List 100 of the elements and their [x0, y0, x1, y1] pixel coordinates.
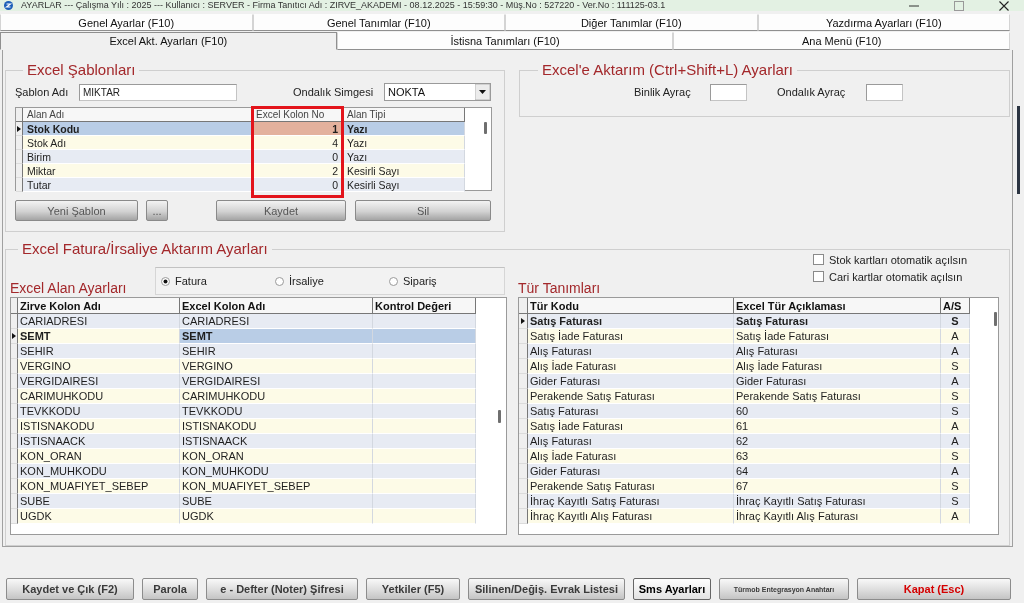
- radio-button[interactable]: İrsaliye: [275, 275, 389, 287]
- button[interactable]: Kaydet: [216, 200, 346, 221]
- table-cell: S: [941, 479, 970, 494]
- table-cell: S: [941, 404, 970, 419]
- table-cell: SEMT: [18, 329, 180, 344]
- app-logo-icon: [4, 1, 13, 10]
- row-header[interactable]: [11, 329, 18, 344]
- table-cell: A: [941, 419, 970, 434]
- table-cell: Stok Kodu: [23, 122, 252, 136]
- table-cell: İhraç Kayıtlı Satış Faturası: [734, 494, 941, 509]
- table-cell: Yazı: [343, 122, 465, 136]
- scroll-thumb[interactable]: [1017, 106, 1020, 194]
- table-cell: Alış İade Faturası: [734, 359, 941, 374]
- column-header[interactable]: Tür Kodu: [528, 298, 734, 314]
- text-field[interactable]: MİKTAR: [79, 83, 237, 101]
- table-cell: Miktar: [23, 164, 252, 178]
- table-cell: Yazı: [343, 150, 465, 164]
- table-cell: TEVKKODU: [18, 404, 180, 419]
- table-cell: Perakende Satış Faturası: [528, 389, 734, 404]
- input-field[interactable]: [710, 83, 747, 101]
- tab[interactable]: Excel Akt. Ayarları (F10): [0, 32, 337, 50]
- table-cell: SEHIR: [180, 344, 373, 359]
- table-cell: 1: [252, 122, 343, 136]
- table-cell: İhraç Kayıtlı Alış Faturası: [528, 509, 734, 524]
- table-cell: ISTISNAACK: [18, 434, 180, 449]
- table-cell: 63: [734, 449, 941, 464]
- tab[interactable]: Yazdırma Ayarları (F10): [757, 14, 1010, 31]
- table-cell: CARIADRESI: [180, 314, 373, 329]
- table-cell: SEMT: [180, 329, 373, 344]
- table-cell: KON_ORAN: [180, 449, 373, 464]
- table-cell: Satış İade Faturası: [734, 329, 941, 344]
- tab[interactable]: Diğer Tanımlar (F10): [505, 14, 758, 31]
- scroll-thumb[interactable]: [994, 312, 997, 326]
- table-cell: 62: [734, 434, 941, 449]
- table-cell: VERGIDAIRESI: [180, 374, 373, 389]
- button[interactable]: Sms Ayarları: [633, 578, 711, 600]
- table-cell: A: [941, 434, 970, 449]
- table-cell: Alış Faturası: [734, 344, 941, 359]
- close-icon[interactable]: [999, 0, 1009, 11]
- table-cell: İhraç Kayıtlı Satış Faturası: [528, 494, 734, 509]
- table-cell: A: [941, 329, 970, 344]
- button[interactable]: Yeni Şablon: [15, 200, 138, 221]
- tab[interactable]: Genel Tanımlar (F10): [252, 14, 505, 31]
- scroll-thumb[interactable]: [498, 410, 501, 423]
- table-cell: SUBE: [180, 494, 373, 509]
- table-cell: SUBE: [18, 494, 180, 509]
- tab[interactable]: İstisna Tanımları (F10): [336, 32, 674, 50]
- scroll-thumb[interactable]: [484, 122, 487, 134]
- radio-button[interactable]: Sipariş: [389, 275, 503, 287]
- button[interactable]: e - Defter (Noter) Şifresi: [206, 578, 358, 600]
- table-cell: A: [941, 509, 970, 524]
- row-header[interactable]: [519, 314, 528, 329]
- table-cell: Kesirli Sayı: [343, 178, 465, 192]
- table-cell: 64: [734, 464, 941, 479]
- header-corner: [11, 298, 18, 314]
- row-pointer-icon: [521, 318, 525, 324]
- input-field[interactable]: [866, 83, 903, 101]
- column-header[interactable]: Excel Tür Açıklaması: [734, 298, 941, 314]
- table-cell: Gider Faturası: [528, 464, 734, 479]
- button[interactable]: Parola: [142, 578, 198, 600]
- column-header[interactable]: A/S: [941, 298, 970, 314]
- table-cell: Gider Faturası: [528, 374, 734, 389]
- column-header[interactable]: Alan Tipi: [343, 108, 465, 122]
- table-cell: CARIMUHKODU: [180, 389, 373, 404]
- table-cell: VERGIDAIRESI: [18, 374, 180, 389]
- maximize-icon[interactable]: [954, 0, 964, 11]
- table-cell: İhraç Kayıtlı Alış Faturası: [734, 509, 941, 524]
- table-cell: Tutar: [23, 178, 252, 192]
- button[interactable]: Kaydet ve Çık (F2): [6, 578, 134, 600]
- button[interactable]: Sil: [355, 200, 491, 221]
- button[interactable]: Kapat (Esc): [857, 578, 1011, 600]
- checkbox[interactable]: Stok kartları otomatik açılsın: [813, 254, 997, 265]
- table-cell: KON_MUHKODU: [180, 464, 373, 479]
- column-header[interactable]: Alan Adı: [23, 108, 252, 122]
- table-cell: A: [941, 464, 970, 479]
- table-cell: 60: [734, 404, 941, 419]
- button[interactable]: ...: [146, 200, 168, 221]
- checkbox[interactable]: Cari kartlar otomatik açılsın: [813, 271, 997, 282]
- column-header[interactable]: Excel Kolon Adı: [180, 298, 373, 314]
- table-cell: Birim: [23, 150, 252, 164]
- dropdown[interactable]: NOKTA: [384, 83, 491, 101]
- column-header[interactable]: Zirve Kolon Adı: [18, 298, 180, 314]
- table-cell: 67: [734, 479, 941, 494]
- table-cell: 61: [734, 419, 941, 434]
- table-cell: SEHIR: [18, 344, 180, 359]
- section-label: Excel Alan Ayarları: [10, 280, 127, 296]
- tab[interactable]: Ana Menü (F10): [673, 32, 1010, 50]
- button[interactable]: Silinen/Değiş. Evrak Listesi: [468, 578, 625, 600]
- dropdown-arrow-icon[interactable]: [475, 84, 490, 100]
- table-cell: Gider Faturası: [734, 374, 941, 389]
- table-cell: Satış Faturası: [528, 314, 734, 329]
- group-title: Excel Fatura/İrsaliye Aktarım Ayarları: [21, 241, 269, 257]
- column-header[interactable]: Kontrol Değeri: [373, 298, 476, 314]
- radio-button[interactable]: Fatura: [161, 275, 275, 287]
- button[interactable]: Yetkiler (F5): [366, 578, 460, 600]
- table-cell: Alış İade Faturası: [528, 359, 734, 374]
- field-label: Şablon Adı: [15, 86, 70, 98]
- table-cell: S: [941, 449, 970, 464]
- tab[interactable]: Genel Ayarlar (F10): [0, 14, 253, 31]
- header-corner: [16, 108, 23, 122]
